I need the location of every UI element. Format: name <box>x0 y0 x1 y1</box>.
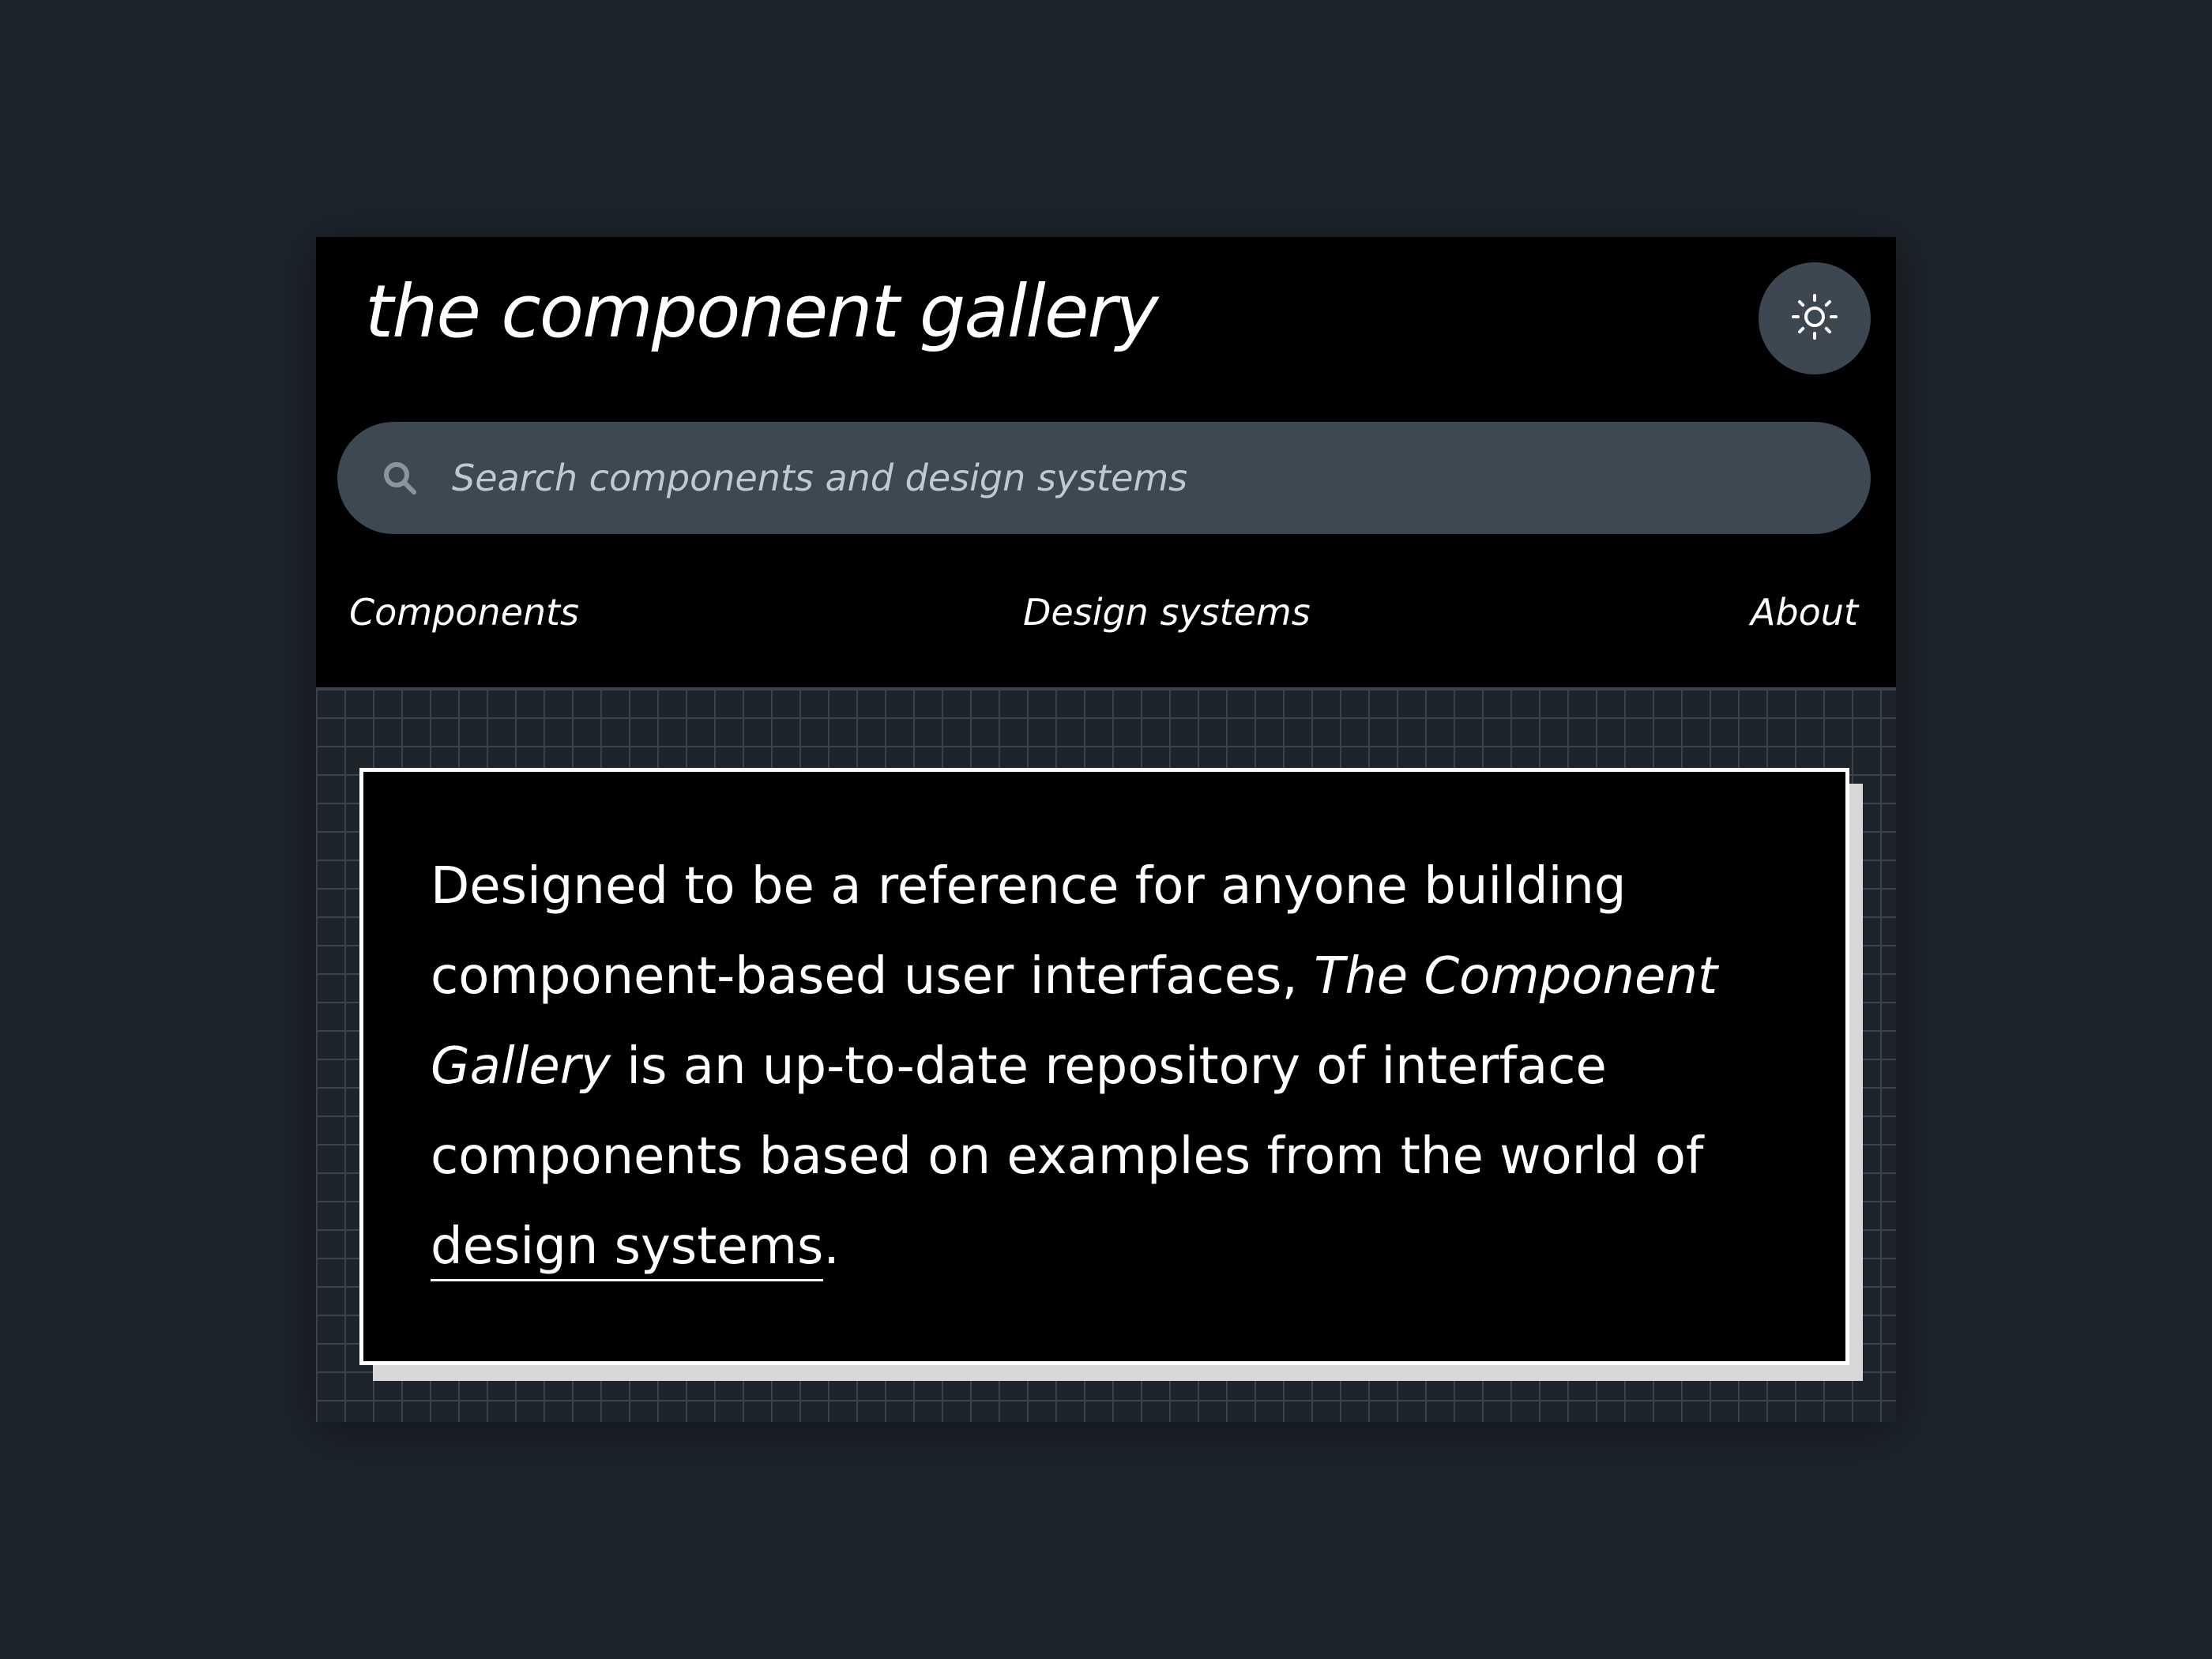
nav-link-about[interactable]: About <box>1751 585 1858 640</box>
main-nav: Components Design systems About <box>316 585 1896 640</box>
search-icon <box>381 459 419 497</box>
intro-text-end: . <box>823 1217 840 1276</box>
design-systems-link[interactable]: design systems <box>431 1217 824 1281</box>
nav-link-design-systems[interactable]: Design systems <box>1023 585 1311 640</box>
search-input[interactable] <box>450 421 1871 535</box>
search-bar[interactable] <box>337 421 1871 535</box>
browser-window: the component gallery Search components … <box>316 237 1896 1422</box>
intro-text-middle: is an up-to-date repository of interface… <box>431 1037 1704 1186</box>
intro-text: Designed to be a reference for anyone bu… <box>431 841 1778 1292</box>
hero-section: Designed to be a reference for anyone bu… <box>316 687 1896 1422</box>
sun-icon <box>1789 292 1840 345</box>
intro-card: Designed to be a reference for anyone bu… <box>359 768 1849 1365</box>
site-header: the component gallery Search components … <box>316 237 1896 687</box>
site-title[interactable]: the component gallery <box>365 269 1159 356</box>
nav-link-components[interactable]: Components <box>349 585 579 640</box>
theme-toggle-button[interactable] <box>1759 262 1871 374</box>
